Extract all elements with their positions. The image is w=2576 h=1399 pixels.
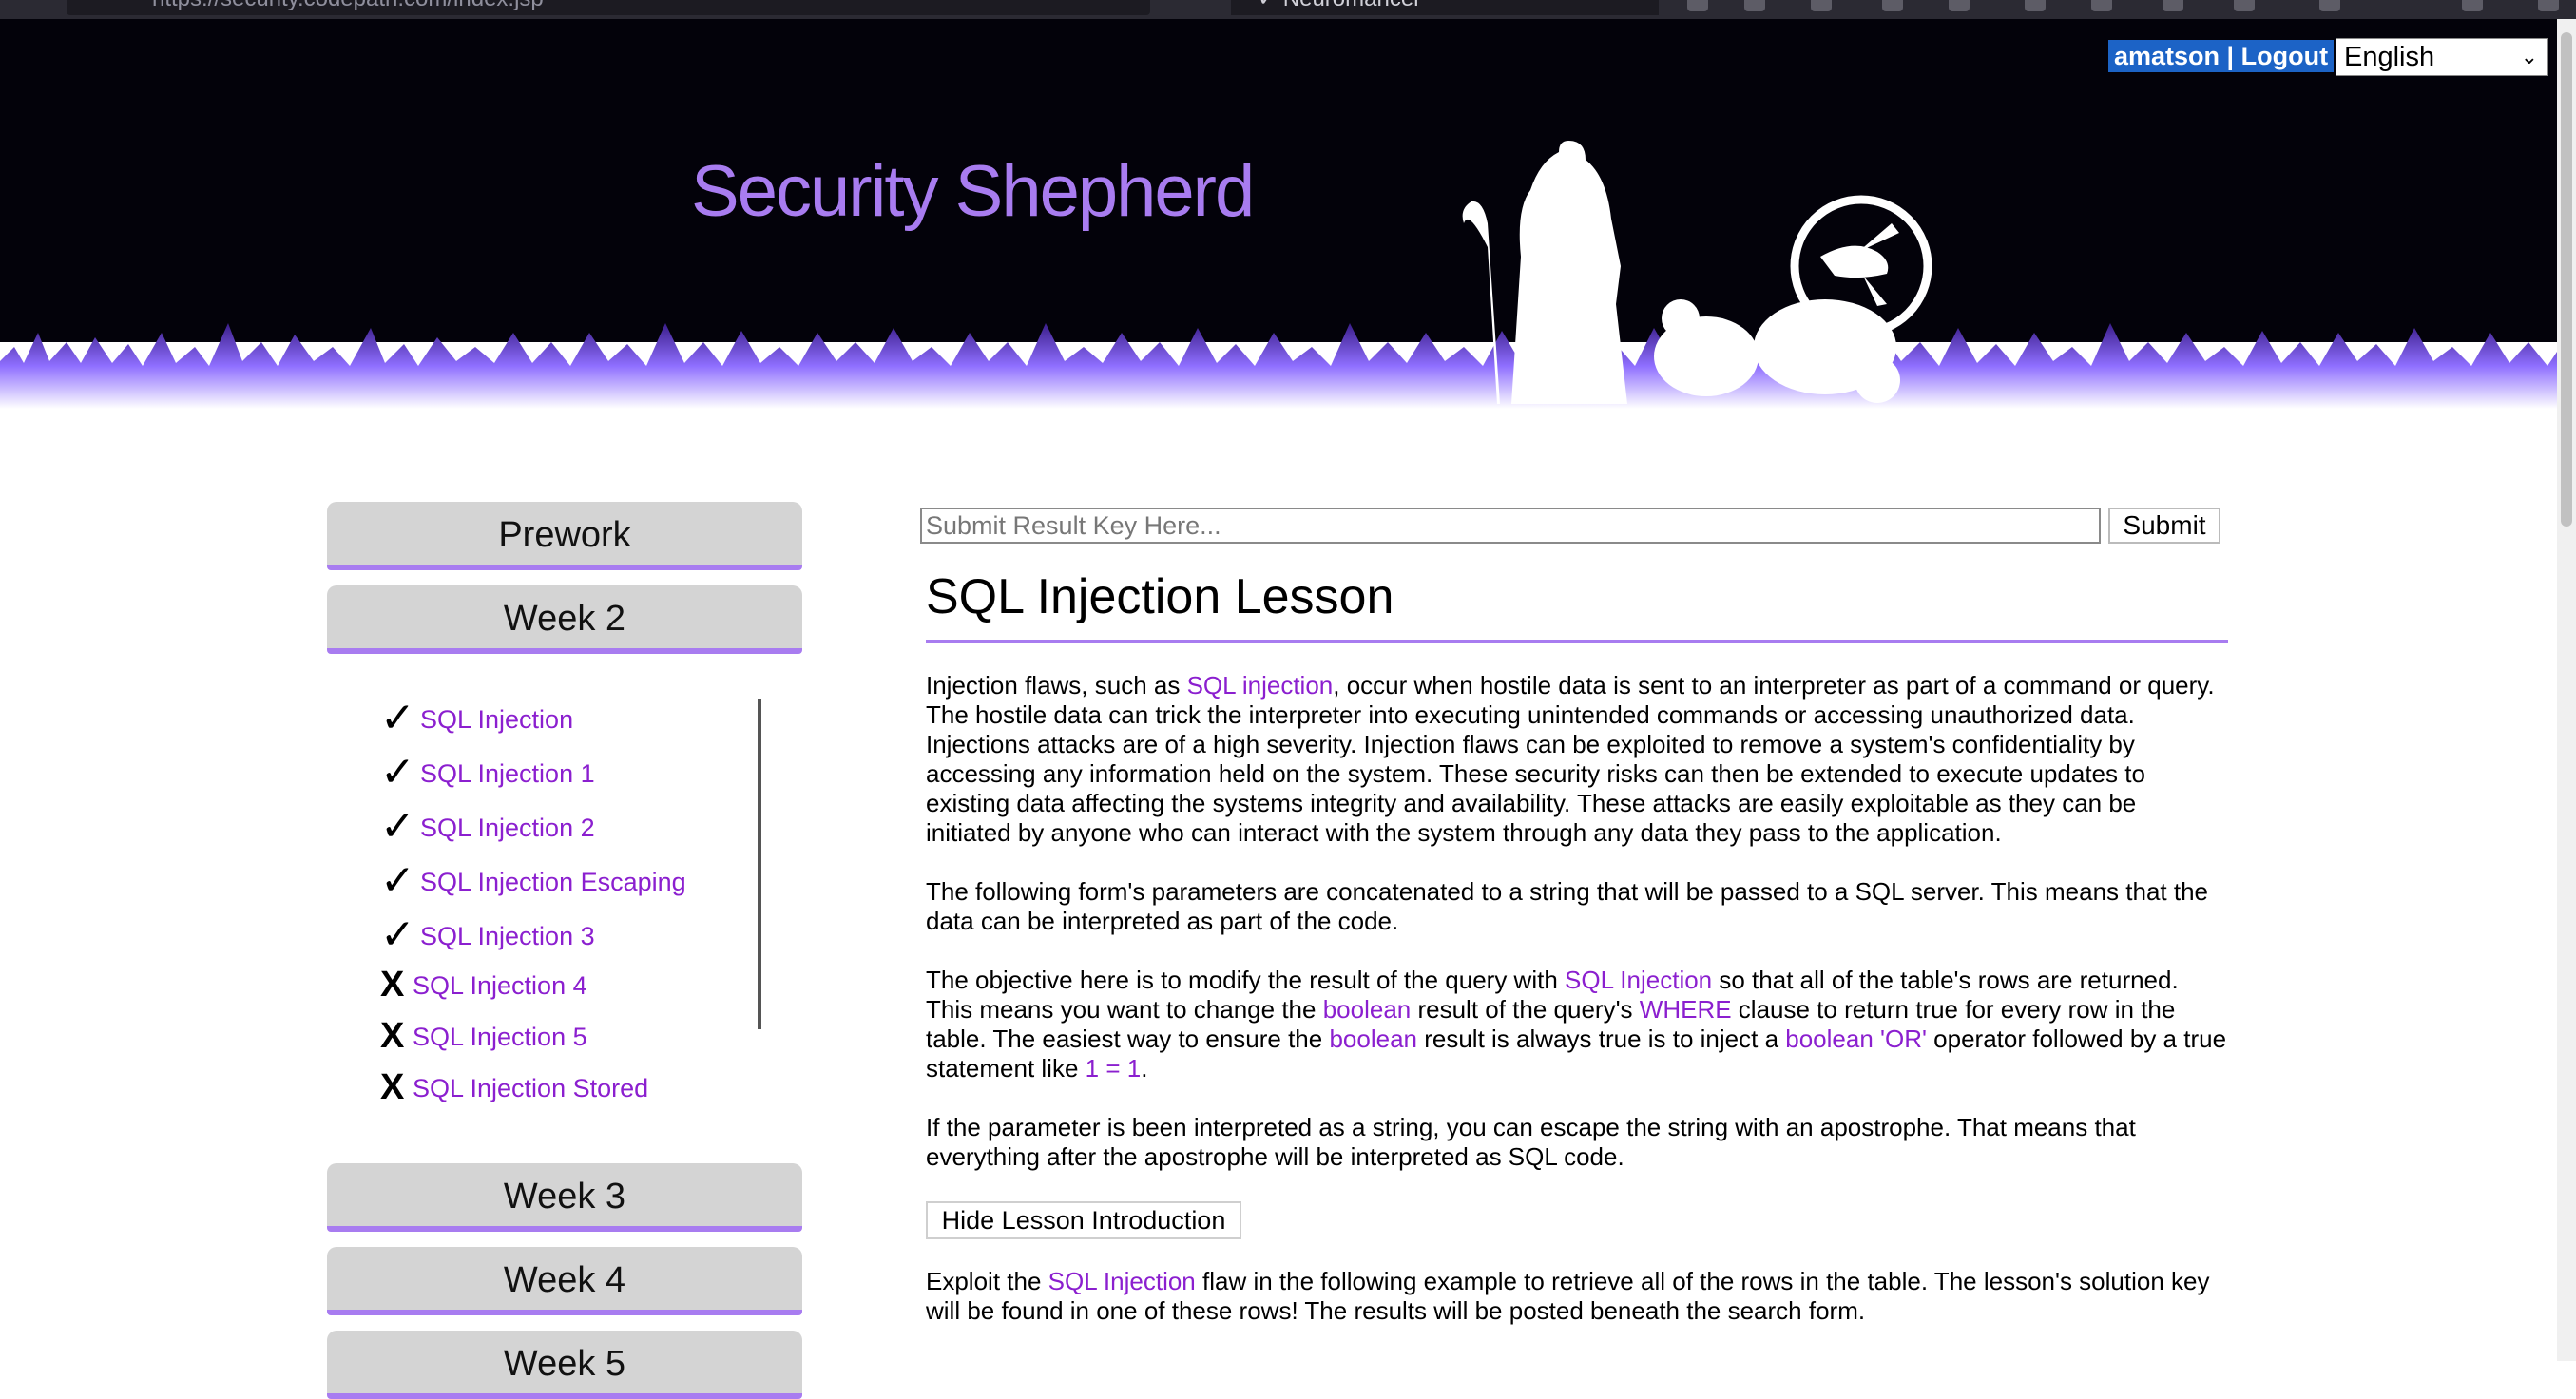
extension-icon[interactable] bbox=[1811, 0, 1832, 11]
result-key-input[interactable]: Submit Result Key Here... bbox=[920, 508, 2101, 544]
x-icon: X bbox=[380, 965, 405, 1005]
hide-lesson-intro-button[interactable]: Hide Lesson Introduction bbox=[926, 1201, 1241, 1239]
lesson-item[interactable]: ✓ SQL Injection 1 bbox=[380, 748, 595, 795]
site-title[interactable]: Security Shepherd bbox=[691, 150, 1255, 233]
exploit-paragraph: Exploit the SQL Injection flaw in the fo… bbox=[926, 1267, 2210, 1325]
extension-icon[interactable] bbox=[1882, 0, 1903, 11]
lesson-link[interactable]: SQL Injection Escaping bbox=[420, 868, 686, 896]
lesson-link[interactable]: SQL Injection 2 bbox=[420, 814, 595, 842]
user-links: amatson | Logout bbox=[2108, 40, 2335, 72]
language-select[interactable]: English ⌄ bbox=[2336, 38, 2548, 76]
language-value: English bbox=[2344, 42, 2435, 72]
bookmark-icon[interactable] bbox=[1687, 0, 1708, 11]
lesson-item[interactable]: ✓ SQL Injection Escaping bbox=[380, 856, 686, 904]
lesson-item[interactable]: ✓ SQL Injection 2 bbox=[380, 802, 595, 850]
extension-icon[interactable] bbox=[2091, 0, 2112, 11]
lesson-link[interactable]: SQL Injection 1 bbox=[420, 759, 595, 788]
lesson-link[interactable]: SQL Injection Stored bbox=[413, 1074, 648, 1102]
extension-icon[interactable] bbox=[1949, 0, 1970, 11]
section-week-4[interactable]: Week 4 bbox=[327, 1247, 802, 1315]
section-prework[interactable]: Prework bbox=[327, 502, 802, 570]
section-week-3[interactable]: Week 3 bbox=[327, 1163, 802, 1232]
form-paragraph: The following form's parameters are conc… bbox=[926, 877, 2208, 935]
term-sql-injection: SQL Injection bbox=[1048, 1267, 1196, 1295]
lesson-link[interactable]: SQL Injection 3 bbox=[420, 922, 595, 950]
logout-link[interactable]: Logout bbox=[2241, 42, 2328, 70]
check-icon: ✓ bbox=[380, 803, 415, 850]
submit-button[interactable]: Submit bbox=[2108, 508, 2220, 544]
extension-icon[interactable] bbox=[2163, 0, 2183, 11]
term-one-equals-one: 1 = 1 bbox=[1085, 1054, 1142, 1083]
site-header: Security Shepherd amatson | Logout Engli… bbox=[0, 19, 2576, 409]
check-icon: ✓ bbox=[380, 911, 415, 958]
header-artwork bbox=[0, 141, 2576, 409]
lesson-link[interactable]: SQL Injection 4 bbox=[413, 971, 587, 1000]
extension-icon[interactable] bbox=[2234, 0, 2255, 11]
chevron-down-icon: ⌄ bbox=[2520, 45, 2538, 68]
term-boolean-or: boolean 'OR' bbox=[1785, 1025, 1927, 1053]
term-boolean: boolean bbox=[1322, 995, 1412, 1024]
lesson-item[interactable]: X SQL Injection 4 bbox=[380, 965, 587, 1012]
term-boolean: boolean bbox=[1329, 1025, 1417, 1053]
browser-tab[interactable]: ✓ Neuromancer bbox=[1231, 0, 1659, 15]
title-divider bbox=[926, 640, 2228, 643]
browser-toolbar: https://security.codepath.com/index.jsp … bbox=[0, 0, 2576, 19]
lesson-list-scrollbar[interactable] bbox=[758, 699, 761, 1029]
lesson-item[interactable]: X SQL Injection 5 bbox=[380, 1016, 587, 1064]
objective-paragraph: The objective here is to modify the resu… bbox=[926, 966, 2227, 1083]
lesson-item[interactable]: ✓ SQL Injection bbox=[380, 694, 573, 741]
term-where: WHERE bbox=[1639, 995, 1732, 1024]
extension-icon[interactable] bbox=[1744, 0, 1765, 11]
lesson-item[interactable]: X SQL Injection Stored bbox=[380, 1067, 648, 1115]
lesson-list: ✓ SQL Injection ✓ SQL Injection 1 ✓ SQL Inj… bbox=[380, 694, 770, 1107]
x-icon: X bbox=[380, 1067, 405, 1107]
address-bar[interactable]: https://security.codepath.com/index.jsp bbox=[67, 0, 1150, 15]
check-icon: ✓ bbox=[380, 695, 415, 741]
username-link[interactable]: amatson bbox=[2114, 42, 2220, 70]
check-icon: ✓ bbox=[380, 749, 415, 795]
menu-icon[interactable] bbox=[2538, 0, 2559, 11]
page-scrollbar[interactable] bbox=[2557, 19, 2576, 1361]
separator: | bbox=[2220, 42, 2241, 70]
term-sql-injection: SQL Injection bbox=[1565, 966, 1713, 994]
lesson-title: SQL Injection Lesson bbox=[926, 569, 1394, 624]
extension-icon[interactable] bbox=[2319, 0, 2340, 11]
section-week-2[interactable]: Week 2 bbox=[327, 585, 802, 654]
lesson-item[interactable]: ✓ SQL Injection 3 bbox=[380, 910, 595, 958]
check-icon: ✓ bbox=[380, 857, 415, 904]
sql-injection-link[interactable]: SQL injection bbox=[1187, 671, 1334, 700]
lesson-link[interactable]: SQL Injection bbox=[420, 705, 573, 734]
extension-icon[interactable] bbox=[2025, 0, 2046, 11]
section-week-5[interactable]: Week 5 bbox=[327, 1331, 802, 1399]
x-icon: X bbox=[380, 1016, 405, 1056]
extension-icon[interactable] bbox=[2462, 0, 2483, 11]
escape-paragraph: If the parameter is been interpreted as … bbox=[926, 1113, 2136, 1171]
lesson-link[interactable]: SQL Injection 5 bbox=[413, 1023, 587, 1051]
intro-paragraph: Injection flaws, such as SQL injection, … bbox=[926, 671, 2215, 847]
scrollbar-thumb[interactable] bbox=[2561, 32, 2572, 527]
